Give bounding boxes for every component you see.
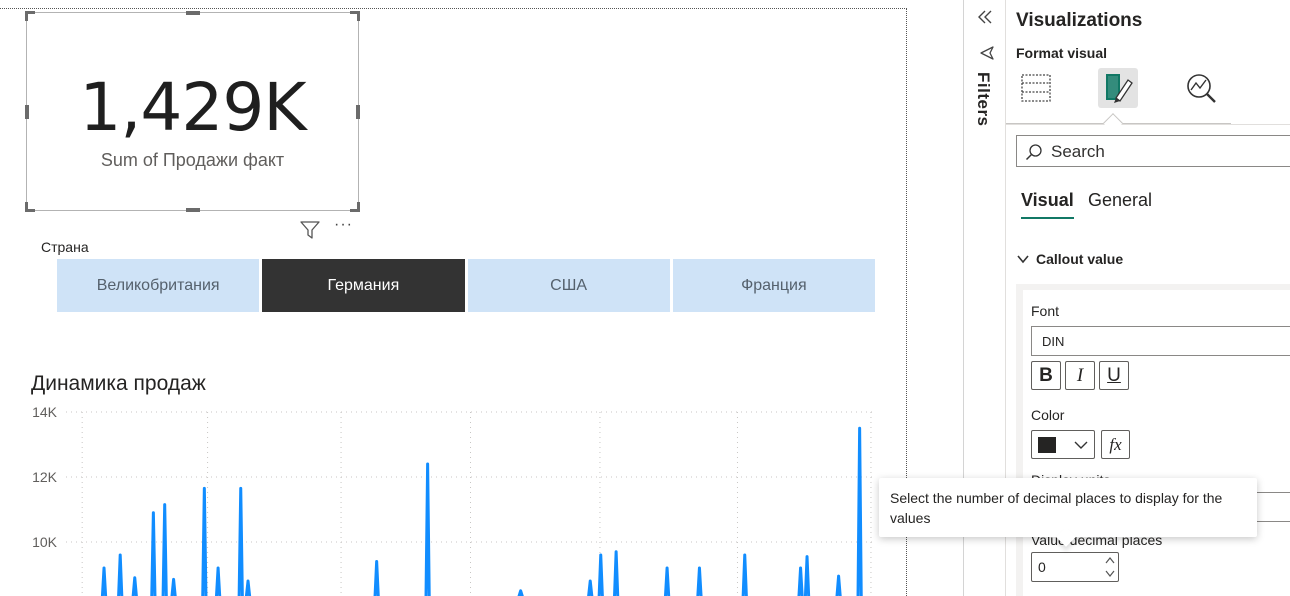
color-label: Color [1031, 407, 1065, 423]
series-peak [587, 579, 594, 596]
search-box[interactable] [1016, 135, 1290, 167]
decimal-places-stepper[interactable]: 0 [1031, 552, 1119, 582]
slicer-item-germany[interactable]: Германия [262, 259, 465, 312]
series-peak [161, 503, 168, 596]
filter-funnel-icon [980, 46, 994, 60]
series-peak [424, 462, 431, 596]
series-peak [663, 566, 671, 596]
series-peak [201, 486, 208, 596]
series-peak [373, 560, 380, 596]
slicer-item-usa[interactable]: США [467, 259, 670, 312]
filter-icon[interactable] [299, 220, 321, 240]
format-paintbrush-icon[interactable] [1098, 68, 1138, 108]
card-visual[interactable]: 1,429K Sum of Продажи факт [25, 11, 360, 212]
y-tick-label: 10K [32, 534, 58, 550]
sales-line-chart[interactable]: 14K 12K 10K [0, 400, 907, 596]
visualizations-title: Visualizations [1016, 10, 1143, 31]
series-peak [117, 553, 124, 596]
series-peak [150, 511, 157, 596]
series-peak [741, 553, 748, 596]
collapse-double-chevron-icon[interactable] [975, 8, 995, 26]
card-label: Sum of Продажи факт [100, 150, 285, 170]
italic-button[interactable]: I [1065, 361, 1095, 390]
section-card: Font DIN B I U Color fx Display units Va… [1023, 290, 1290, 596]
series-peak [517, 589, 524, 596]
resize-handle-left[interactable] [25, 105, 29, 119]
series-peak [244, 579, 252, 596]
bold-button[interactable]: B [1031, 361, 1061, 390]
build-visual-icon[interactable] [1016, 68, 1056, 108]
active-tab-caret [1103, 113, 1123, 133]
card-value: 1,429K [79, 69, 306, 146]
country-slicer: Великобритания Германия США Франция [57, 259, 875, 312]
resize-handle-bottom-right[interactable] [350, 202, 360, 212]
filters-label[interactable]: Filters [973, 72, 993, 127]
y-tick-label: 14K [32, 404, 58, 420]
tabs-separator [1006, 124, 1290, 125]
format-visual-subtitle: Format visual [1016, 45, 1108, 61]
series-peak [237, 486, 244, 596]
series-peak [696, 566, 703, 596]
chart-series [100, 426, 863, 596]
resize-handle-top-right[interactable] [350, 11, 360, 21]
chart-gridlines [66, 411, 875, 596]
font-label: Font [1031, 303, 1060, 319]
tab-visual[interactable]: Visual [1021, 190, 1074, 219]
series-peak [100, 566, 108, 596]
resize-handle-top[interactable] [186, 11, 200, 15]
resize-handle-right[interactable] [356, 105, 360, 119]
chevron-down-icon[interactable] [1104, 568, 1116, 579]
series-peak [597, 553, 604, 596]
search-input[interactable] [1051, 141, 1281, 163]
chart-title: Динамика продаж [31, 372, 206, 395]
tab-general[interactable]: General [1088, 190, 1152, 211]
decimal-places-value: 0 [1038, 559, 1046, 575]
chevron-down-icon [1017, 255, 1029, 264]
font-family-dropdown[interactable]: DIN [1031, 326, 1290, 356]
resize-handle-top-left[interactable] [25, 11, 35, 21]
resize-handle-bottom-left[interactable] [25, 202, 35, 212]
chevron-up-icon[interactable] [1104, 555, 1116, 566]
conditional-format-fx-button[interactable]: fx [1101, 430, 1130, 459]
resize-handle-bottom[interactable] [186, 208, 200, 212]
report-canvas: 1,429K Sum of Продажи факт ··· Страна Ве… [0, 0, 965, 596]
slicer-title: Страна [41, 239, 89, 255]
series-peak [835, 574, 842, 596]
slicer-item-france[interactable]: Франция [672, 259, 875, 312]
series-peak [131, 576, 138, 596]
series-peak [856, 426, 863, 596]
tooltip-text: Select the number of decimal places to d… [890, 490, 1223, 526]
series-peak [214, 566, 222, 596]
color-picker[interactable] [1031, 430, 1095, 459]
section-title: Callout value [1036, 251, 1124, 267]
series-peak [797, 566, 804, 596]
search-icon [1025, 144, 1042, 161]
slicer-item-uk[interactable]: Великобритания [57, 259, 260, 312]
series-peak [803, 555, 811, 596]
analytics-magnifier-icon[interactable] [1181, 68, 1221, 108]
color-swatch [1038, 437, 1056, 453]
series-peak [613, 550, 620, 596]
tooltip: Select the number of decimal places to d… [879, 478, 1257, 547]
callout-value-section: Font DIN B I U Color fx Display units Va… [1016, 284, 1290, 596]
chevron-down-icon [1074, 441, 1088, 449]
chart-y-axis: 14K 12K 10K [32, 404, 58, 550]
underline-button[interactable]: U [1099, 361, 1129, 390]
more-options-icon[interactable]: ··· [334, 217, 356, 233]
font-family-value: DIN [1042, 334, 1065, 349]
callout-value-section-header[interactable]: Callout value [1016, 251, 1123, 267]
series-peak [170, 577, 177, 596]
y-tick-label: 12K [32, 469, 58, 485]
